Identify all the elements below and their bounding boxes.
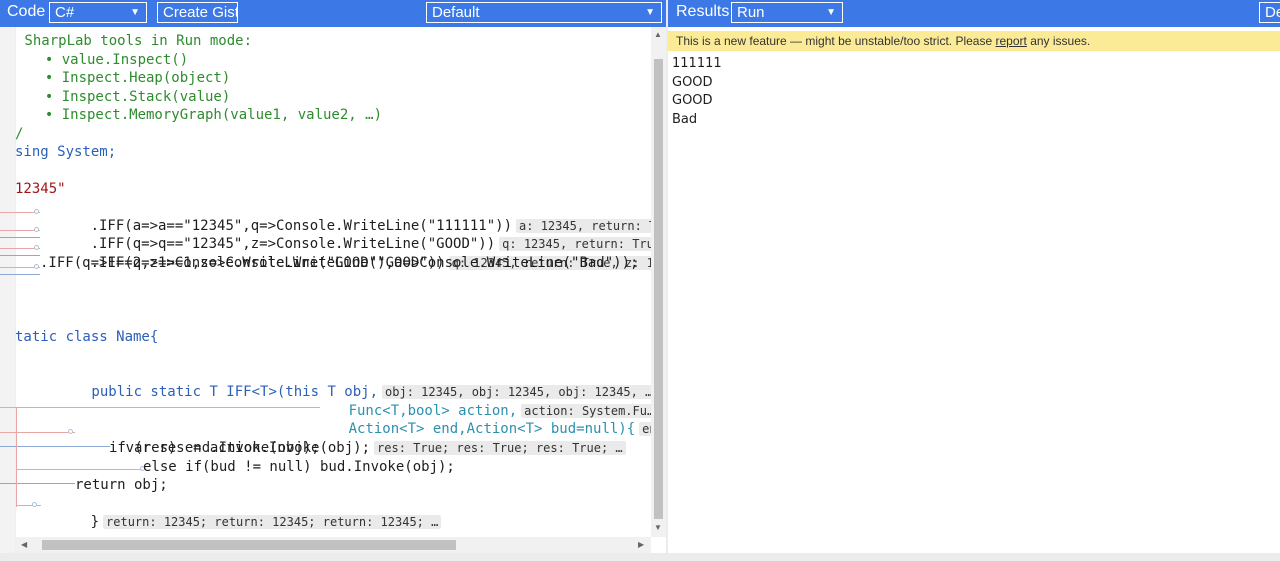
code-line: Action<T> end,Action<T> bud=null){end: S… — [298, 402, 666, 437]
top-toolbar: Code C# ▼ Create Gist Default ▼ Results … — [0, 0, 1280, 27]
flow-arrow — [0, 237, 40, 238]
inspect-hint: res: True; res: True; res: True; … — [374, 440, 626, 455]
banner-text: any issues. — [1026, 34, 1091, 48]
scroll-down-icon[interactable]: ▼ — [654, 523, 662, 532]
flow-dot — [34, 209, 39, 214]
code-line: .IFF(q=>q=="12345",z=>Console.WriteLine(… — [40, 217, 666, 252]
scroll-left-icon[interactable]: ◀ — [21, 540, 27, 549]
bottom-status-strip — [0, 553, 1280, 561]
code-line: SharpLab tools in Run mode: — [16, 33, 253, 49]
branch-select[interactable]: Default ▼ — [426, 2, 662, 23]
flow-arrow — [0, 255, 40, 256]
code-editor[interactable]: SharpLab tools in Run mode: • value.Insp… — [0, 27, 666, 553]
branch-value: Default — [432, 4, 480, 21]
code-line: • Inspect.Heap(object) — [28, 70, 231, 86]
language-value: C# — [55, 4, 75, 21]
right-truncated-button[interactable]: De — [1259, 2, 1280, 23]
report-link[interactable]: report — [996, 34, 1027, 48]
code-line: .IFF(q=>1==2,z=>Console.WriteLine("GOOD"… — [40, 255, 639, 271]
code-text: sing System; — [15, 144, 117, 160]
flow-connector — [16, 407, 17, 507]
code-line: } return: 12345; return: 12345; return: 1… — [40, 495, 442, 530]
vertical-scrollbar[interactable]: ▲ ▼ — [651, 27, 666, 537]
code-text: tatic class Name{ — [15, 329, 159, 345]
results-mode-value: Run — [737, 4, 765, 21]
code-line: .IFF(q=>1==1,z=>Console.WriteLine("GOOD"… — [40, 236, 666, 271]
code-line: sing System; — [15, 143, 116, 161]
horizontal-scrollbar[interactable]: ◀ ▶ — [16, 537, 651, 553]
run-output: 111111 GOOD GOOD Bad — [672, 55, 722, 129]
code-label: Code — [7, 3, 46, 20]
output-line: GOOD — [672, 93, 713, 108]
flow-dot — [34, 245, 39, 250]
code-line: public static T IFF<T>(this T obj, obj: 1… — [24, 365, 656, 400]
flow-arrow — [0, 483, 75, 484]
flow-arrow — [16, 505, 41, 506]
results-label: Results — [676, 3, 730, 20]
code-line: • Inspect.MemoryGraph(value1, value2, …) — [28, 107, 383, 123]
output-line: GOOD — [672, 74, 713, 90]
inspect-hint: return: 12345; return: 12345; return: 12… — [103, 514, 442, 529]
code-text: } — [90, 513, 100, 530]
chevron-down-icon: ▼ — [826, 7, 836, 18]
flow-arrow — [0, 274, 40, 275]
editor-gutter — [0, 27, 16, 553]
create-gist-button[interactable]: Create Gist — [157, 2, 238, 23]
code-line: .IFF(a=>a=="12345",q=>Console.WriteLine(… — [40, 199, 666, 234]
code-line: if (res) end.Invoke(obj); — [109, 440, 320, 456]
toolbar-divider — [666, 0, 668, 27]
scroll-up-icon[interactable]: ▲ — [654, 30, 662, 39]
feature-warning-banner: This is a new feature — might be unstabl… — [668, 31, 1280, 51]
flow-arrow — [0, 432, 75, 433]
horizontal-scroll-thumb[interactable] — [42, 540, 456, 550]
flow-dot — [34, 227, 39, 232]
chevron-down-icon: ▼ — [130, 7, 140, 18]
code-line: tatic class Name{ — [15, 328, 158, 346]
vertical-scroll-thumb[interactable] — [654, 59, 663, 519]
code-line: • value.Inspect() — [28, 51, 189, 68]
code-line: Func<T,bool> action, action: System.Fu…, … — [298, 384, 666, 419]
flow-dot — [68, 429, 73, 434]
flow-dot — [32, 502, 37, 507]
results-mode-select[interactable]: Run ▼ — [731, 2, 843, 23]
chevron-down-icon: ▼ — [645, 7, 655, 18]
code-line: return obj; — [75, 477, 168, 493]
language-select[interactable]: C# ▼ — [49, 2, 147, 23]
scroll-right-icon[interactable]: ▶ — [638, 540, 644, 549]
flow-dot — [34, 264, 39, 269]
results-panel: This is a new feature — might be unstabl… — [668, 27, 1280, 553]
output-line: Bad — [672, 111, 698, 127]
output-line: 111111 — [672, 56, 722, 71]
code-line: else if(bud != null) bud.Invoke(obj); — [143, 458, 455, 475]
code-line: / — [15, 125, 24, 142]
code-line: 12345" — [15, 181, 66, 197]
code-line: • Inspect.Stack(value) — [28, 88, 231, 105]
code-line: var res = action.Invoke(obj); res: True; … — [75, 421, 626, 456]
banner-text: This is a new feature — might be unstabl… — [676, 34, 996, 48]
